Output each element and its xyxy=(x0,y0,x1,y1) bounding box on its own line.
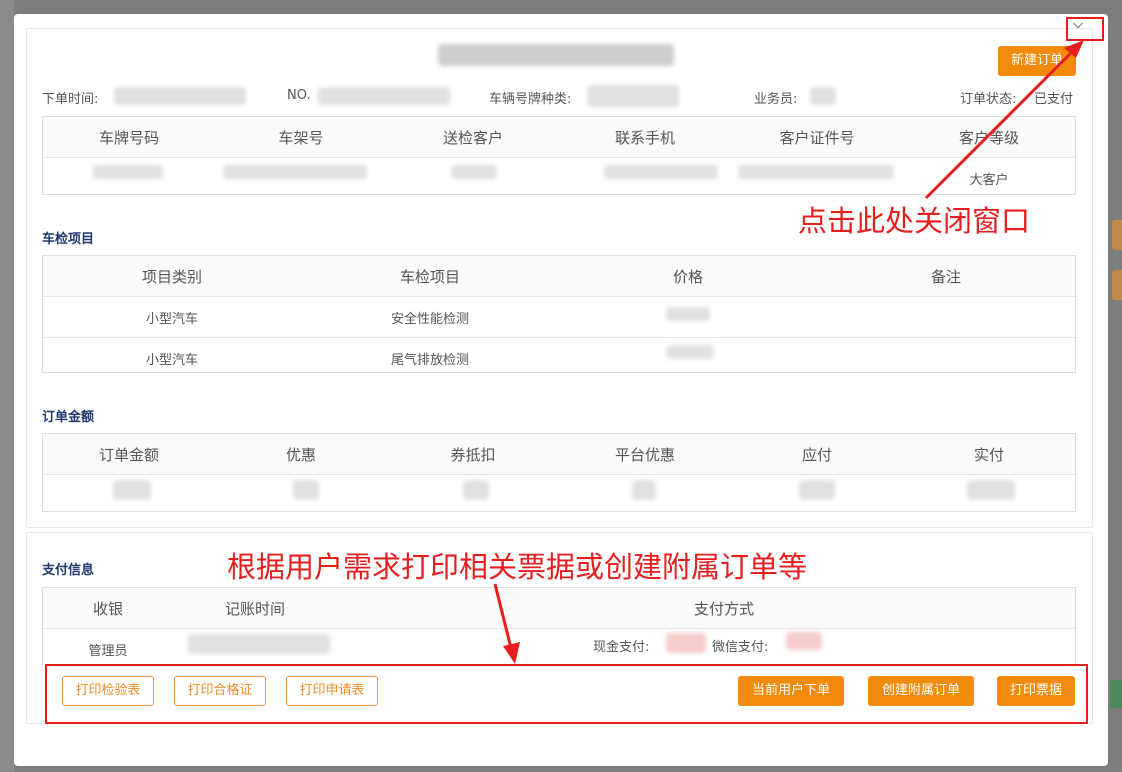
print-arrow-head xyxy=(503,642,520,664)
print-arrow-line xyxy=(493,583,514,653)
annotation-arrows xyxy=(493,40,1084,664)
close-arrow-line xyxy=(924,44,1080,200)
